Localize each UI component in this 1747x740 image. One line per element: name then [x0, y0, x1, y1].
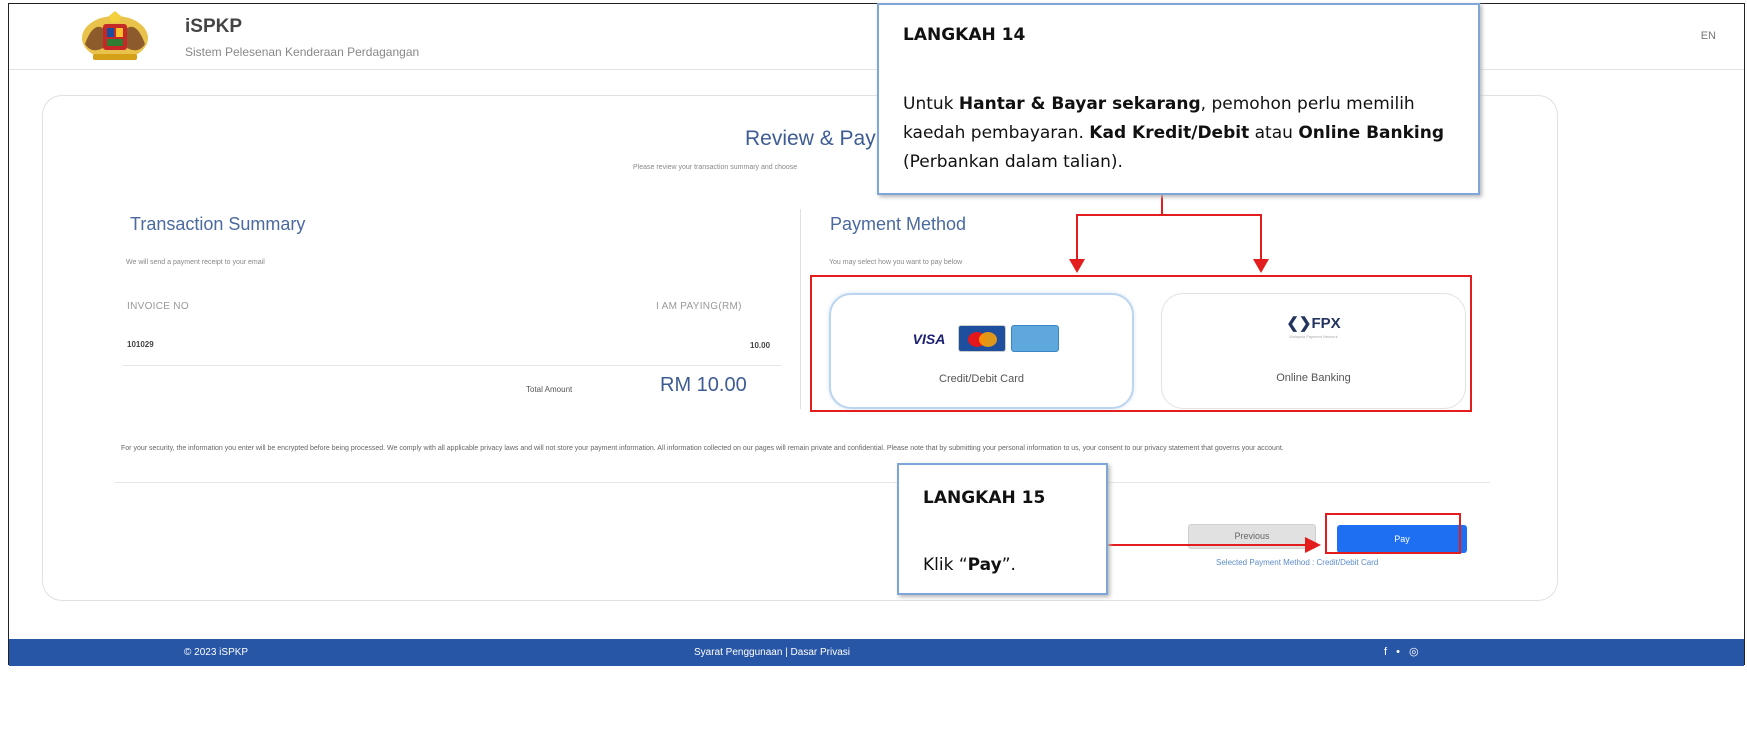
arrow-branch — [1076, 214, 1262, 216]
app-subtitle: Sistem Pelesenan Kenderaan Perdagangan — [185, 45, 420, 59]
arrow-pay-line — [1108, 544, 1308, 546]
pay-button-highlight — [1325, 513, 1461, 554]
arrow-head-card — [1069, 259, 1085, 273]
step-14-body: Untuk Hantar & Bayar sekarang, pemohon p… — [903, 94, 1445, 172]
social-icons[interactable]: f • ◎ — [1384, 645, 1422, 658]
step-15-callout: LANGKAH 15 Klik “Pay”. — [897, 463, 1108, 595]
footer-copyright: © 2023 iSPKP — [184, 647, 249, 658]
receipt-note: We will send a payment receipt to your e… — [126, 259, 265, 266]
column-divider — [800, 209, 801, 409]
total-amount-label: Total Amount — [526, 385, 573, 394]
paying-amount: 10.00 — [750, 341, 771, 350]
page-subtitle: Please review your transaction summary a… — [633, 164, 798, 171]
selected-payment-method: Selected Payment Method : Credit/Debit C… — [1216, 558, 1379, 567]
invoice-column-header: INVOICE NO — [127, 301, 189, 312]
language-switch[interactable]: EN — [1701, 30, 1716, 42]
page-footer: © 2023 iSPKP Syarat Penggunaan | Dasar P… — [9, 639, 1744, 666]
arrow-head-pay — [1305, 537, 1321, 553]
footer-links[interactable]: Syarat Penggunaan | Dasar Privasi — [694, 647, 850, 658]
page-title: Review & Pay — [745, 127, 876, 150]
summary-divider — [123, 365, 781, 366]
payment-options-highlight — [810, 275, 1472, 412]
arrow-stem — [1161, 195, 1163, 215]
transaction-summary-title: Transaction Summary — [130, 214, 306, 234]
step-14-title: LANGKAH 14 — [903, 25, 1026, 45]
paying-column-header: I AM PAYING(RM) — [656, 301, 742, 312]
arrow-left-stem — [1076, 214, 1078, 259]
payment-method-title: Payment Method — [830, 214, 967, 234]
app-title: iSPKP — [185, 16, 243, 37]
invoice-number: 101029 — [127, 340, 154, 349]
payment-method-note: You may select how you want to pay below — [829, 259, 963, 266]
arrow-right-stem — [1260, 214, 1262, 259]
footer-divider — [115, 482, 1490, 483]
arrow-head-bank — [1253, 259, 1269, 273]
security-notice: For your security, the information you e… — [121, 445, 1284, 452]
step-15-body: Klik “Pay”. — [923, 555, 1016, 575]
coat-of-arms-logo — [82, 11, 148, 60]
total-amount-value: RM 10.00 — [660, 374, 747, 396]
step-14-callout: LANGKAH 14 Untuk Hantar & Bayar sekarang… — [877, 3, 1480, 195]
step-15-title: LANGKAH 15 — [923, 488, 1046, 508]
